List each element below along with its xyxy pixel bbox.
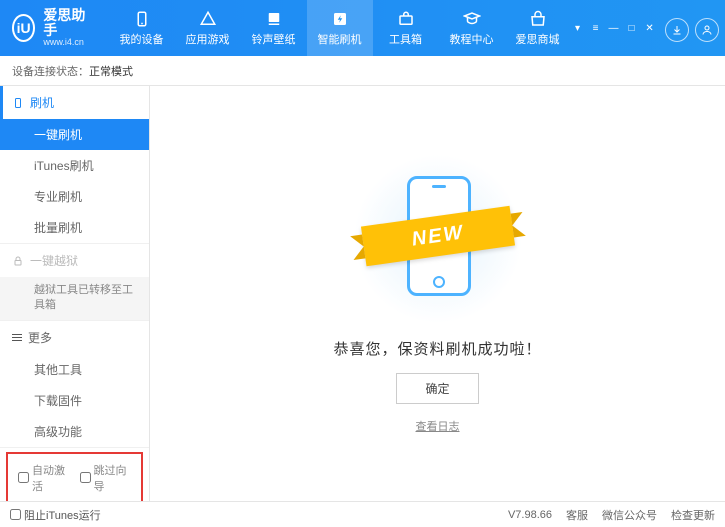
options-highlight-box: 自动激活 跳过向导 [6, 452, 143, 501]
sidebar-item-advanced[interactable]: 高级功能 [0, 416, 149, 447]
more-icon [12, 332, 22, 343]
menu-icon[interactable]: ▾ [571, 21, 585, 35]
settings-icon[interactable]: ≡ [589, 21, 603, 35]
logo-area: iU 爱思助手 www.i4.cn [0, 8, 101, 49]
sidebar-item-other[interactable]: 其他工具 [0, 354, 149, 385]
minimize-icon[interactable]: — [607, 21, 621, 35]
store-icon [529, 10, 547, 28]
sidebar-item-itunes[interactable]: iTunes刷机 [0, 150, 149, 181]
sidebar-head-flash[interactable]: 刷机 [0, 86, 149, 119]
ringtone-icon [265, 10, 283, 28]
sidebar-head-more[interactable]: 更多 [0, 321, 149, 354]
device-icon [133, 10, 151, 28]
nav-flash[interactable]: 智能刷机 [307, 0, 373, 56]
sidebar: 刷机 一键刷机 iTunes刷机 专业刷机 批量刷机 一键越狱 越狱工具已转移至… [0, 86, 150, 501]
footer-link-update[interactable]: 检查更新 [671, 507, 715, 523]
sidebar-item-oneclick[interactable]: 一键刷机 [0, 119, 149, 150]
version-label: V7.98.66 [508, 509, 552, 521]
checkbox-auto-activate[interactable]: 自动激活 [18, 462, 70, 494]
sidebar-item-pro[interactable]: 专业刷机 [0, 181, 149, 212]
app-header: iU 爱思助手 www.i4.cn 我的设备 应用游戏 铃声壁纸 智能刷机 工具… [0, 0, 725, 56]
lock-icon [12, 255, 24, 267]
close-icon[interactable]: ✕ [643, 21, 657, 35]
footer-link-wechat[interactable]: 微信公众号 [602, 507, 657, 523]
sidebar-jailbreak-note: 越狱工具已转移至工具箱 [0, 277, 149, 320]
tutorial-icon [463, 10, 481, 28]
flash-icon [331, 10, 349, 28]
app-title: 爱思助手 [43, 8, 88, 39]
toolbox-icon [397, 10, 415, 28]
main-content: NEW 恭喜您，保资料刷机成功啦！ 确定 查看日志 [150, 86, 725, 501]
checkbox-block-itunes[interactable]: 阻止iTunes运行 [10, 507, 101, 523]
sidebar-item-batch[interactable]: 批量刷机 [0, 212, 149, 243]
logo-icon: iU [12, 14, 35, 42]
apps-icon [199, 10, 217, 28]
checkbox-skip-guide[interactable]: 跳过向导 [80, 462, 132, 494]
nav-toolbox[interactable]: 工具箱 [373, 0, 439, 56]
top-nav: 我的设备 应用游戏 铃声壁纸 智能刷机 工具箱 教程中心 爱思商城 [109, 0, 571, 56]
maximize-icon[interactable]: □ [625, 21, 639, 35]
nav-apps[interactable]: 应用游戏 [175, 0, 241, 56]
ok-button[interactable]: 确定 [396, 373, 478, 404]
status-value: 正常模式 [89, 63, 133, 79]
nav-my-device[interactable]: 我的设备 [109, 0, 175, 56]
sidebar-item-firmware[interactable]: 下载固件 [0, 385, 149, 416]
nav-ringtone[interactable]: 铃声壁纸 [241, 0, 307, 56]
phone-icon [12, 97, 24, 109]
status-label: 设备连接状态： [12, 63, 89, 79]
status-bar: 设备连接状态： 正常模式 [0, 56, 725, 86]
user-button[interactable] [695, 18, 719, 42]
window-controls: ▾ ≡ — □ ✕ [571, 21, 657, 35]
success-illustration: NEW [353, 154, 523, 324]
footer-link-support[interactable]: 客服 [566, 507, 588, 523]
success-message: 恭喜您，保资料刷机成功啦！ [333, 338, 541, 359]
sidebar-head-jailbreak[interactable]: 一键越狱 [0, 244, 149, 277]
app-url: www.i4.cn [43, 38, 88, 48]
view-log-link[interactable]: 查看日志 [416, 418, 460, 434]
nav-store[interactable]: 爱思商城 [505, 0, 571, 56]
footer: 阻止iTunes运行 V7.98.66 客服 微信公众号 检查更新 [0, 501, 725, 527]
nav-tutorial[interactable]: 教程中心 [439, 0, 505, 56]
download-button[interactable] [665, 18, 689, 42]
